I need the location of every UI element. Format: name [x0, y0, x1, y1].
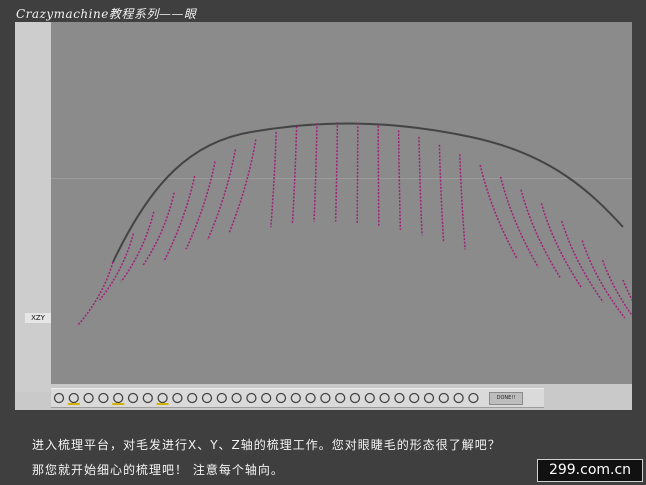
flip-icon[interactable]: [320, 392, 331, 404]
rotate-icon[interactable]: [216, 392, 227, 404]
lash-strand: [120, 211, 155, 282]
unlock-icon[interactable]: [423, 392, 435, 404]
tool-icons: [53, 392, 479, 406]
wave-icon[interactable]: [261, 392, 272, 404]
lash-strand: [397, 130, 402, 230]
pin-icon[interactable]: [453, 392, 464, 404]
pointer-icon[interactable]: [127, 392, 139, 404]
lash-strand: [356, 122, 359, 223]
site-watermark: 299.com.cn: [537, 459, 643, 482]
lash-strand: [313, 123, 318, 222]
length-icon[interactable]: [187, 392, 198, 404]
lasso-icon[interactable]: [394, 392, 405, 404]
comb-tool-4-icon[interactable]: [98, 392, 109, 404]
lash-strand: [520, 189, 561, 278]
lash-strand: [459, 154, 466, 250]
left-panel: [15, 22, 51, 392]
lash-strand: [228, 139, 257, 233]
lash-strand: [561, 220, 604, 303]
lash-strand: [142, 192, 175, 267]
lash-strand: [270, 131, 277, 228]
lash-strand: [163, 175, 196, 261]
eyelash-model: [77, 121, 632, 326]
app-window: XZY DONE!!: [15, 22, 632, 410]
rect-select-icon[interactable]: [142, 392, 153, 404]
gear-icon-2[interactable]: [379, 392, 390, 404]
list-icon[interactable]: [438, 392, 449, 404]
comb-tool-3-icon[interactable]: [83, 392, 94, 404]
axis-indicator[interactable]: XZY: [25, 313, 51, 323]
lash-strand: [418, 136, 423, 236]
done-button[interactable]: DONE!!: [489, 392, 523, 405]
comb-tool-1-icon[interactable]: [53, 392, 65, 404]
twist-icon[interactable]: [231, 392, 242, 404]
lash-strand: [438, 144, 445, 243]
lash-strand: [77, 261, 114, 326]
cut-icon[interactable]: [156, 392, 169, 406]
sphere-icon[interactable]: [349, 392, 361, 404]
undo-icon[interactable]: [468, 392, 479, 404]
brush-icon[interactable]: [112, 392, 125, 406]
lash-strand: [185, 161, 216, 250]
3d-viewport[interactable]: [51, 22, 632, 384]
comb-tool-2-icon[interactable]: [67, 392, 80, 406]
caption-line-1: 进入梳理平台，对毛发进行X、Y、Z轴的梳理工作。您对眼睫毛的形态很了解吧？: [32, 438, 501, 452]
lock-icon[interactable]: [409, 392, 420, 404]
scale-icon[interactable]: [201, 392, 213, 404]
pen-icon[interactable]: [172, 392, 183, 404]
lash-strand: [622, 279, 632, 302]
lash-strand: [206, 149, 237, 241]
frizz-icon[interactable]: [275, 392, 287, 404]
lash-strand: [377, 125, 380, 226]
lash-strand: [601, 259, 632, 317]
circle-icon[interactable]: [364, 392, 375, 404]
lash-strand: [499, 176, 540, 268]
kink-icon[interactable]: [305, 392, 316, 404]
lash-strand: [540, 203, 583, 289]
page-title: Crazymachine教程系列——眼: [16, 7, 197, 21]
lash-strand: [334, 121, 339, 222]
gear-icon[interactable]: [246, 392, 257, 404]
zoom-icon[interactable]: [335, 392, 346, 404]
groom-toolbar: DONE!!: [51, 388, 544, 408]
lash-strand: [99, 233, 135, 301]
caption-line-2: 那您就开始细心的梳理吧！ 注意每个轴向。: [32, 463, 284, 477]
clump-icon[interactable]: [290, 392, 301, 404]
lash-base-curve: [112, 122, 624, 263]
lash-strand: [291, 126, 298, 224]
